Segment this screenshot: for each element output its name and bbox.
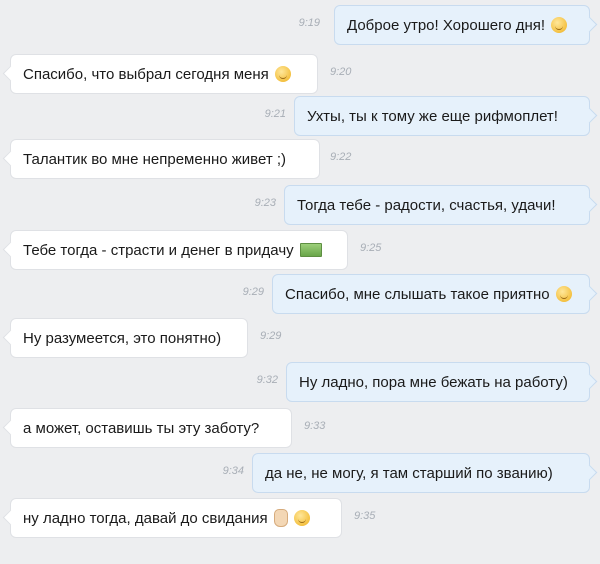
message-row: Спасибо, что выбрал сегодня меня 9:20	[0, 54, 600, 94]
smile-emoji-icon	[555, 286, 572, 302]
message-text: ну ладно тогда, давай до свидания	[23, 509, 268, 527]
message-time: 9:25	[360, 242, 382, 254]
wave-hand-icon	[273, 509, 288, 527]
message-time: 9:35	[354, 510, 376, 522]
incoming-message-bubble[interactable]: Талантик во мне непременно живет ;)	[10, 139, 320, 179]
message-time: 9:20	[330, 66, 352, 78]
message-text: Талантик во мне непременно живет ;)	[23, 150, 287, 168]
message-time: 9:32	[256, 374, 278, 386]
message-text: Спасибо, мне слышать такое приятно	[285, 285, 550, 303]
outgoing-message-bubble[interactable]: Ну ладно, пора мне бежать на работу)	[286, 362, 590, 402]
incoming-message-bubble[interactable]: Спасибо, что выбрал сегодня меня	[10, 54, 318, 94]
message-time: 9:23	[254, 197, 276, 209]
message-row: 9:19 Доброе утро! Хорошего дня!	[0, 5, 600, 45]
message-text: а может, оставишь ты эту заботу?	[23, 419, 260, 437]
message-text: Тебе тогда - страсти и денег в придачу	[23, 241, 294, 259]
message-time: 9:29	[260, 330, 282, 342]
message-row: а может, оставишь ты эту заботу? 9:33	[0, 408, 600, 448]
message-text: Спасибо, что выбрал сегодня меня	[23, 65, 269, 83]
message-text: Ну ладно, пора мне бежать на работу)	[299, 373, 568, 391]
message-text: Доброе утро! Хорошего дня!	[347, 16, 546, 34]
incoming-message-bubble[interactable]: Тебе тогда - страсти и денег в придачу	[10, 230, 348, 270]
message-text: Тогда тебе - радости, счастья, удачи!	[297, 196, 556, 214]
message-text: да не, не могу, я там старший по званию)	[265, 464, 553, 482]
message-time: 9:33	[304, 420, 326, 432]
message-time: 9:21	[264, 108, 286, 120]
message-row: Тебе тогда - страсти и денег в придачу 9…	[0, 230, 600, 270]
message-row: 9:21 Ухты, ты к тому же еще рифмоплет!	[0, 96, 600, 136]
message-text: Ухты, ты к тому же еще рифмоплет!	[307, 107, 558, 125]
message-time: 9:19	[298, 17, 320, 29]
message-row: 9:29 Спасибо, мне слышать такое приятно	[0, 274, 600, 314]
message-time: 9:22	[330, 151, 352, 163]
wink-emoji-icon	[551, 17, 568, 33]
outgoing-message-bubble[interactable]: Ухты, ты к тому же еще рифмоплет!	[294, 96, 590, 136]
wink-emoji-icon	[274, 66, 291, 82]
message-time: 9:34	[222, 465, 244, 477]
incoming-message-bubble[interactable]: ну ладно тогда, давай до свидания	[10, 498, 342, 538]
message-row: 9:23 Тогда тебе - радости, счастья, удач…	[0, 185, 600, 225]
message-row: ну ладно тогда, давай до свидания 9:35	[0, 498, 600, 538]
incoming-message-bubble[interactable]: Ну разумеется, это понятно)	[10, 318, 248, 358]
message-row: 9:34 да не, не могу, я там старший по зв…	[0, 453, 600, 493]
outgoing-message-bubble[interactable]: да не, не могу, я там старший по званию)	[252, 453, 590, 493]
money-icon	[299, 243, 322, 257]
smile-emoji-icon	[293, 510, 310, 526]
message-row: 9:32 Ну ладно, пора мне бежать на работу…	[0, 362, 600, 402]
message-time: 9:29	[242, 286, 264, 298]
incoming-message-bubble[interactable]: а может, оставишь ты эту заботу?	[10, 408, 292, 448]
message-row: Талантик во мне непременно живет ;) 9:22	[0, 139, 600, 179]
message-row: Ну разумеется, это понятно) 9:29	[0, 318, 600, 358]
outgoing-message-bubble[interactable]: Доброе утро! Хорошего дня!	[334, 5, 590, 45]
outgoing-message-bubble[interactable]: Спасибо, мне слышать такое приятно	[272, 274, 590, 314]
outgoing-message-bubble[interactable]: Тогда тебе - радости, счастья, удачи!	[284, 185, 590, 225]
message-text: Ну разумеется, это понятно)	[23, 329, 222, 347]
